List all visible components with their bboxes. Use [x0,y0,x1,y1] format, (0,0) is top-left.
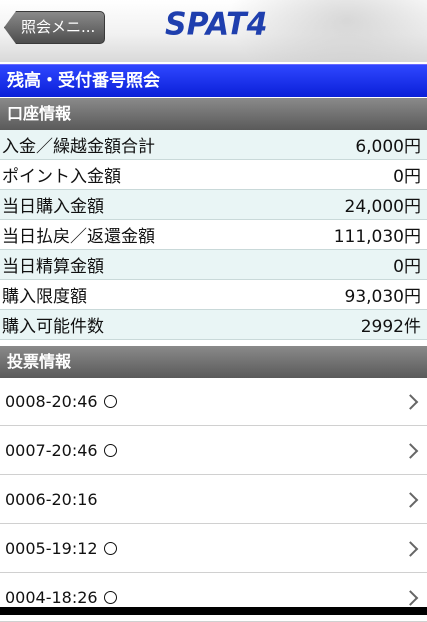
account-row-deposit-total: 入金／繰越金額合計 6,000円 [0,130,427,160]
app-header: 照会メニ... SPAT4 [0,0,427,62]
circle-mark-icon [103,542,117,555]
vote-item[interactable]: 0006-20:16 [0,476,427,524]
account-row-purchase-limit: 購入限度額 93,030円 [0,280,427,310]
bottom-bar [0,607,427,615]
account-row-today-purchase: 当日購入金額 24,000円 [0,190,427,220]
account-info-header: 口座情報 [0,98,427,130]
row-label: ポイント入金額 [2,167,121,187]
vote-item[interactable]: 0005-19:12 [0,525,427,573]
vote-item-label: 0008-20:46 [5,392,98,411]
account-row-purchasable-count: 購入可能件数 2992件 [0,310,427,340]
vote-info-header: 投票情報 [0,346,427,378]
page-title: 残高・受付番号照会 [0,64,427,97]
row-value: 24,000円 [344,197,421,217]
row-label: 当日精算金額 [2,257,104,277]
chevron-right-icon [402,491,419,508]
account-row-point-deposit: ポイント入金額 0円 [0,160,427,190]
row-label: 購入限度額 [2,287,87,307]
row-label: 入金／繰越金額合計 [2,137,155,157]
vote-item-label: 0004-18:26 [5,588,98,607]
chevron-right-icon [402,589,419,606]
row-label: 購入可能件数 [2,317,104,337]
circle-mark-icon [103,395,117,408]
row-value: 93,030円 [344,287,421,307]
row-value: 0円 [393,257,421,277]
row-label: 当日払戻／返還金額 [2,227,155,247]
row-value: 111,030円 [333,227,421,247]
chevron-right-icon [402,442,419,459]
vote-item-label: 0007-20:46 [5,441,98,460]
row-label: 当日購入金額 [2,197,104,217]
row-value: 2992件 [360,317,421,337]
chevron-right-icon [402,540,419,557]
spat4-logo: SPAT4 [165,6,268,43]
back-button[interactable]: 照会メニ... [4,11,105,44]
circle-mark-icon [103,444,117,457]
row-value: 6,000円 [355,137,421,157]
row-value: 0円 [393,167,421,187]
account-row-today-settlement: 当日精算金額 0円 [0,250,427,280]
vote-item[interactable]: 0008-20:46 [0,378,427,426]
vote-item[interactable]: 0007-20:46 [0,427,427,475]
account-row-today-payout: 当日払戻／返還金額 111,030円 [0,220,427,250]
vote-item-label: 0006-20:16 [5,490,98,509]
vote-item-label: 0005-19:12 [5,539,98,558]
chevron-right-icon [402,393,419,410]
circle-mark-icon [103,591,117,604]
